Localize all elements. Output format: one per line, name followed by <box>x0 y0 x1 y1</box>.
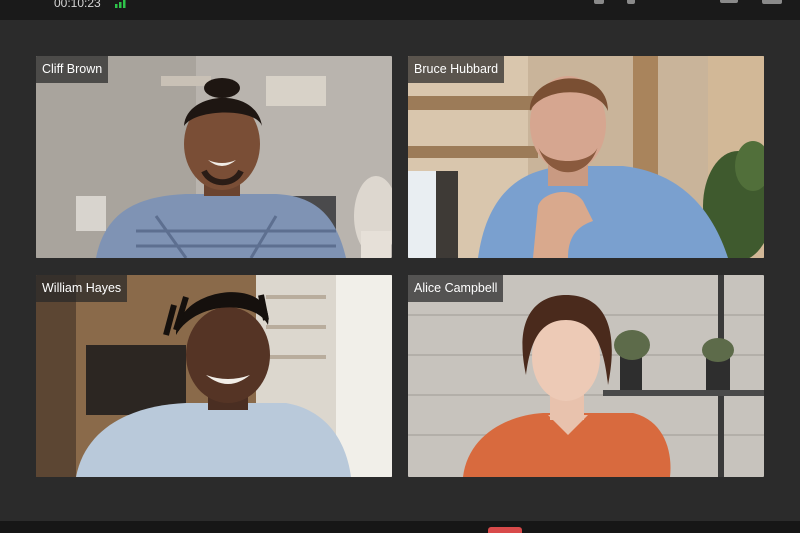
participant-video-feed <box>36 275 392 477</box>
participant-tile[interactable]: Cliff Brown <box>36 56 392 258</box>
call-timer: 00:10:23 <box>54 0 101 10</box>
participant-video-feed <box>36 56 392 258</box>
video-call-window: 00:10:23 Cliff Brown Bruce Hubbard Willi… <box>0 0 800 533</box>
grid-view-icon[interactable] <box>762 0 782 4</box>
call-controls-bar <box>0 521 800 533</box>
participant-video-feed <box>408 275 764 477</box>
participant-tile[interactable]: William Hayes <box>36 275 392 477</box>
participant-name-label: William Hayes <box>36 275 128 302</box>
end-call-button[interactable] <box>488 527 522 533</box>
participant-tile[interactable]: Bruce Hubbard <box>408 56 764 258</box>
participant-name-label: Alice Campbell <box>408 275 504 302</box>
participant-tile[interactable]: Alice Campbell <box>408 275 764 477</box>
call-top-bar: 00:10:23 <box>0 0 800 20</box>
participant-name-label: Cliff Brown <box>36 56 109 83</box>
participant-name-label: Bruce Hubbard <box>408 56 505 83</box>
minimize-icon[interactable] <box>720 0 738 3</box>
microphone-icon[interactable] <box>594 0 604 4</box>
camera-icon[interactable] <box>627 0 635 4</box>
participant-video-feed <box>408 56 764 258</box>
signal-bars-icon <box>115 0 126 8</box>
